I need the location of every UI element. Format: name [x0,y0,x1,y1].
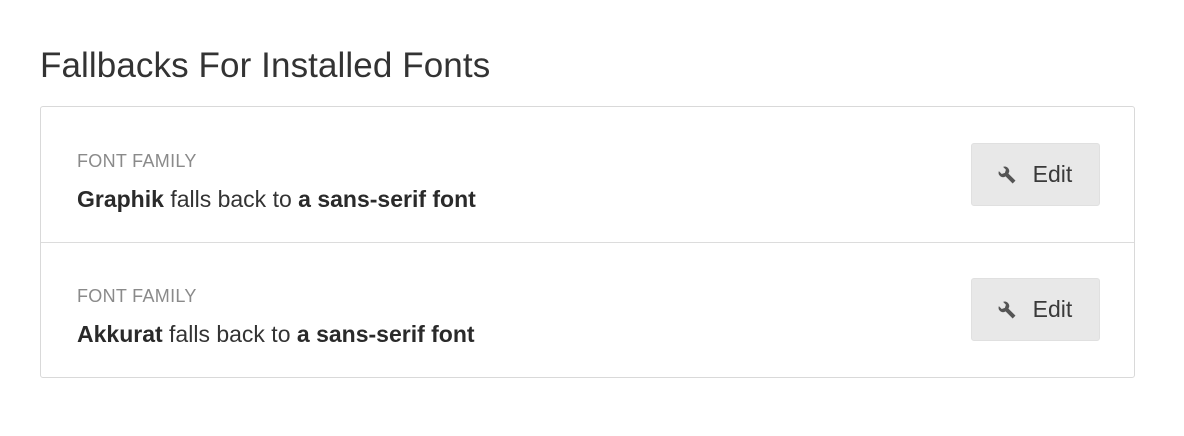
fallback-connector: falls back to [169,321,291,347]
wrench-icon [995,298,1019,322]
fallback-row: FONT FAMILY Graphik falls back to a sans… [41,107,1134,242]
edit-button[interactable]: Edit [971,143,1100,206]
edit-button[interactable]: Edit [971,278,1100,341]
font-family-label: FONT FAMILY [77,286,197,306]
wrench-icon [995,163,1019,187]
fallback-font: a sans-serif font [298,186,476,212]
edit-button-label: Edit [1032,161,1073,187]
font-family-label: FONT FAMILY [77,151,197,171]
fallback-connector: falls back to [170,186,292,212]
font-name: Graphik [77,186,164,212]
fallback-list: FONT FAMILY Graphik falls back to a sans… [40,106,1135,378]
fallback-description: Akkurat falls back to a sans-serif font [77,320,475,348]
font-name: Akkurat [77,321,163,347]
section-title: Fallbacks For Installed Fonts [40,46,491,85]
edit-button-label: Edit [1032,296,1073,322]
fallback-description: Graphik falls back to a sans-serif font [77,185,476,213]
fallback-font: a sans-serif font [296,321,475,347]
fallback-row: FONT FAMILY Akkurat falls back to a sans… [41,242,1134,377]
